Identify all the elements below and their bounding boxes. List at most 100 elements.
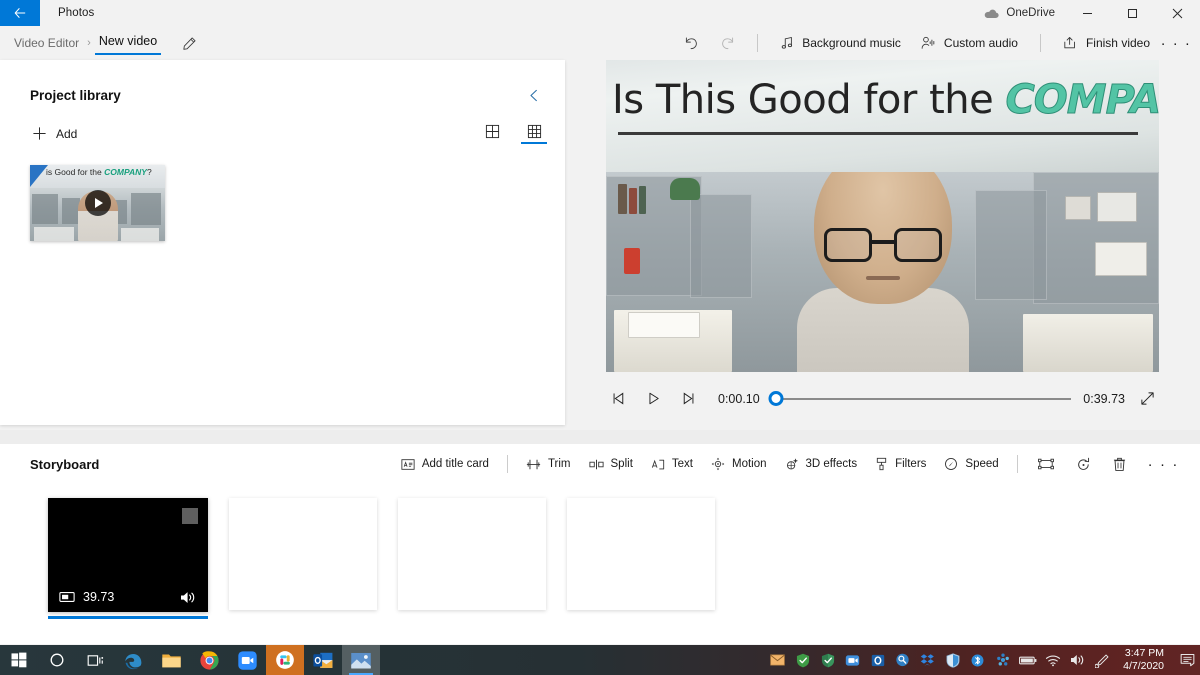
thumbnail-banner: is Good for the COMPANY?: [30, 165, 165, 188]
mail-icon: [770, 654, 785, 666]
storyboard-empty-slot[interactable]: [229, 498, 377, 610]
breadcrumb-video-editor[interactable]: Video Editor: [10, 33, 83, 53]
pencil-icon: [183, 36, 196, 50]
library-item-video[interactable]: is Good for the COMPANY?: [30, 165, 165, 241]
breadcrumb-current-project[interactable]: New video: [94, 32, 162, 55]
taskbar-clock[interactable]: 3:47 PM 4/7/2020: [1115, 647, 1174, 673]
trim-button[interactable]: Trim: [517, 452, 580, 477]
tray-mail-icon[interactable]: [765, 645, 790, 675]
tray-dropbox-icon[interactable]: [915, 645, 940, 675]
video-preview-surface[interactable]: Is This Good for the COMPANY?: [606, 60, 1159, 372]
storyboard-overflow-button[interactable]: · · ·: [1137, 452, 1190, 477]
add-media-button[interactable]: Add: [30, 122, 83, 145]
taskbar-app-outlook[interactable]: [304, 645, 342, 675]
tray-bluetooth-icon[interactable]: [965, 645, 990, 675]
tray-outlook-icon[interactable]: [865, 645, 890, 675]
taskbar-app-slack[interactable]: [266, 645, 304, 675]
storyboard-toolbar: Storyboard Add title card Trim Split Tex…: [0, 444, 1200, 484]
tray-sync-icon[interactable]: [990, 645, 1015, 675]
3d-effects-label: 3D effects: [805, 458, 858, 470]
rotate-button[interactable]: [1065, 451, 1102, 478]
plus-icon: [33, 127, 46, 140]
title-card-icon: [401, 458, 415, 470]
next-frame-button[interactable]: [670, 384, 704, 414]
slack-icon: [276, 651, 294, 669]
project-library-toolbar: Add: [0, 108, 565, 145]
undo-button[interactable]: [673, 28, 709, 58]
start-button[interactable]: [0, 645, 38, 675]
tray-volume-icon[interactable]: [1065, 645, 1090, 675]
close-button[interactable]: [1155, 0, 1200, 26]
volume-icon: [1070, 655, 1083, 665]
finish-video-button[interactable]: Finish video: [1053, 31, 1160, 55]
system-tray: [765, 645, 1115, 675]
maximize-button[interactable]: [1110, 0, 1155, 26]
chrome-icon: [199, 650, 219, 670]
seek-slider[interactable]: [768, 389, 1072, 409]
storyboard-empty-slot[interactable]: [567, 498, 715, 610]
volume-icon[interactable]: [180, 590, 197, 605]
text-button[interactable]: Text: [642, 452, 702, 477]
storyboard-panel: Storyboard Add title card Trim Split Tex…: [0, 444, 1200, 644]
view-large-grid-button[interactable]: [479, 124, 505, 142]
tray-search-icon[interactable]: [890, 645, 915, 675]
speed-button[interactable]: Speed: [935, 451, 1007, 477]
motion-icon: [711, 457, 725, 471]
delete-button[interactable]: [1102, 451, 1137, 478]
preview-sign-highlight: COMPANY: [1005, 77, 1159, 124]
action-center-button[interactable]: [1174, 645, 1200, 675]
back-button[interactable]: [0, 0, 40, 26]
tray-shield-green-icon[interactable]: [790, 645, 815, 675]
tray-teams-icon[interactable]: [840, 645, 865, 675]
storyboard-empty-slot[interactable]: [398, 498, 546, 610]
tray-wifi-icon[interactable]: [1040, 645, 1065, 675]
library-view-toggle: [479, 124, 547, 144]
expand-icon: [1140, 392, 1154, 405]
3d-effects-icon: [786, 458, 798, 470]
add-title-card-button[interactable]: Add title card: [392, 452, 498, 477]
collapse-library-button[interactable]: [521, 82, 547, 108]
breadcrumb: Video Editor › New video: [0, 32, 162, 55]
task-view-button[interactable]: [76, 645, 114, 675]
search-tray-icon: [896, 653, 909, 667]
search-button[interactable]: [38, 645, 76, 675]
split-button[interactable]: Split: [580, 452, 642, 477]
fullscreen-button[interactable]: [1133, 385, 1161, 413]
command-overflow-button[interactable]: · · ·: [1160, 29, 1192, 57]
total-time-label: 0:39.73: [1083, 391, 1125, 406]
storyboard-clip[interactable]: 39.73: [48, 498, 208, 619]
taskbar-app-zoom[interactable]: [228, 645, 266, 675]
onedrive-status[interactable]: OneDrive: [984, 0, 1065, 26]
tray-defender-icon[interactable]: [940, 645, 965, 675]
motion-button[interactable]: Motion: [702, 451, 776, 477]
tray-pen-icon[interactable]: [1090, 645, 1115, 675]
zoom-icon: [237, 650, 257, 670]
taskbar-app-file-explorer[interactable]: [152, 645, 190, 675]
taskbar-app-google-chrome[interactable]: [190, 645, 228, 675]
resize-button[interactable]: [1027, 451, 1065, 477]
background-music-button[interactable]: Background music: [770, 31, 911, 55]
play-button[interactable]: [636, 384, 670, 414]
view-small-grid-button[interactable]: [521, 124, 547, 144]
taskbar-app-microsoft-edge[interactable]: [114, 645, 152, 675]
project-library-grid: is Good for the COMPANY?: [0, 145, 565, 241]
current-time-label: 0:00.10: [718, 391, 760, 406]
rename-project-button[interactable]: [177, 31, 201, 55]
filters-icon: [876, 457, 887, 471]
video-preview-panel: Is This Good for the COMPANY?: [590, 60, 1175, 425]
custom-audio-button[interactable]: Custom audio: [911, 31, 1028, 55]
taskbar-app-photos[interactable]: [342, 645, 380, 675]
seek-track: [771, 397, 1072, 400]
previous-frame-button[interactable]: [602, 384, 636, 414]
tray-battery-icon[interactable]: [1015, 645, 1040, 675]
tray-shield-security-icon[interactable]: [815, 645, 840, 675]
redo-icon: [721, 37, 733, 49]
seek-handle[interactable]: [768, 391, 784, 406]
filters-button[interactable]: Filters: [866, 451, 935, 477]
3d-effects-button[interactable]: 3D effects: [776, 451, 867, 477]
redo-button[interactable]: [709, 28, 745, 58]
play-icon[interactable]: [84, 190, 111, 216]
minimize-button[interactable]: [1065, 0, 1110, 26]
preview-glasses-right: [893, 228, 942, 262]
undo-icon: [685, 37, 697, 49]
